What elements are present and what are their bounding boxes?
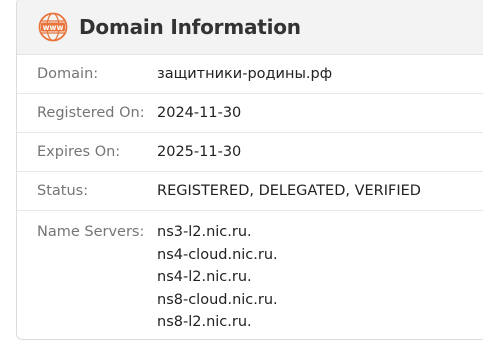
row-domain: Domain: защитники-родины.рф [17,55,483,94]
domain-information-card: www Domain Information Domain: защитники… [16,0,483,340]
row-registered-on: Registered On: 2024-11-30 [17,94,483,133]
name-server-item: ns4-cloud.nic.ru. [157,246,278,263]
name-server-item: ns8-l2.nic.ru. [157,314,252,330]
registered-on-label: Registered On: [37,105,145,121]
row-status: Status: REGISTERED, DELEGATED, VERIFIED [17,172,483,211]
expires-on-value: 2025-11-30 [157,144,242,160]
www-icon: www [38,12,68,42]
status-label: Status: [37,183,89,199]
card-title: Domain Information [79,14,301,39]
expires-on-label: Expires On: [37,144,121,160]
name-server-item: ns8-cloud.nic.ru. [157,291,278,308]
www-icon-text: www [43,23,64,32]
domain-value: защитники-родины.рф [157,66,333,82]
name-server-item: ns3-l2.nic.ru. [157,224,252,240]
name-server-item: ns4-l2.nic.ru. [157,269,252,285]
registered-on-value: 2024-11-30 [157,105,242,121]
row-name-servers: Name Servers: ns3-l2.nic.ru. ns4-cloud.n… [17,211,483,334]
domain-label: Domain: [37,66,99,82]
row-expires-on: Expires On: 2025-11-30 [17,133,483,172]
card-header: www Domain Information [17,0,483,55]
name-servers-label: Name Servers: [37,224,145,240]
name-servers-list: ns3-l2.nic.ru. ns4-cloud.nic.ru. ns4-l2.… [157,221,278,334]
status-value: REGISTERED, DELEGATED, VERIFIED [157,183,421,199]
info-body: Domain: защитники-родины.рф Registered O… [17,55,483,334]
